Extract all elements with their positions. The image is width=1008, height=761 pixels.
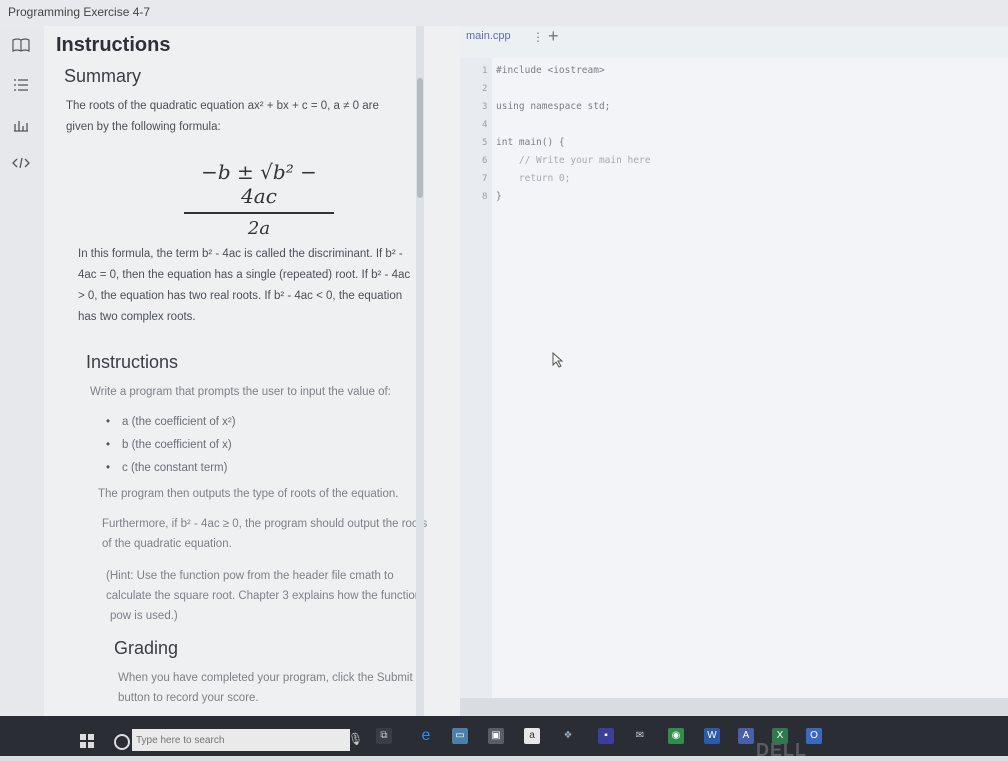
bullet-b: b (the coefficient of x) (106, 439, 232, 451)
taskbar-search-input[interactable] (132, 729, 350, 751)
microphone-icon[interactable]: 🎙 (348, 732, 363, 746)
summary-heading: Summary (64, 66, 142, 86)
left-rail (0, 26, 45, 716)
line-number: 2 (482, 84, 488, 94)
editor-tabbar: main.cpp ⋮ + (460, 26, 1008, 59)
furthermore-line1: Furthermore, if b² - 4ac ≥ 0, the progra… (102, 518, 428, 530)
mouse-pointer-icon (552, 351, 564, 371)
windows-start-icon[interactable] (80, 734, 94, 751)
book-icon[interactable] (10, 38, 32, 56)
instructions-intro: Write a program that prompts the user to… (90, 386, 391, 398)
access-icon[interactable]: A (738, 728, 754, 744)
fraction-bar (184, 212, 334, 214)
tab-menu-icon[interactable]: ⋮ (532, 30, 544, 44)
line-number: 8 (482, 192, 488, 202)
mail-icon[interactable]: ✉ (632, 728, 648, 744)
task-list-icon[interactable] (10, 78, 32, 96)
outlook-icon[interactable]: O (806, 728, 822, 744)
grading-heading: Grading (114, 638, 179, 658)
summary-text-line1: The roots of the quadratic equation ax² … (66, 100, 379, 112)
formula-denominator: 2a (247, 217, 271, 239)
code-line[interactable]: #include <iostream> (496, 65, 605, 76)
furthermore-line2: of the quadratic equation. (102, 538, 232, 550)
bar-chart-icon[interactable] (10, 118, 32, 136)
panel-title: Instructions (56, 34, 171, 56)
discriminant-text-line4: has two complex roots. (78, 311, 196, 323)
add-tab-button[interactable]: + (548, 26, 559, 47)
task-view-icon[interactable]: ⧉ (376, 728, 392, 744)
line-number: 1 (482, 66, 488, 76)
discriminant-text-line1: In this formula, the term b² - 4ac is ca… (78, 248, 403, 260)
word-icon[interactable]: W (704, 728, 720, 744)
amazon-icon[interactable]: a (524, 728, 540, 744)
summary-text-line2: given by the following formula: (66, 121, 221, 133)
hint-line3: pow is used.) (110, 610, 178, 622)
line-number: 6 (482, 156, 488, 166)
edge-icon[interactable]: e (418, 728, 434, 744)
dell-logo: DELL (756, 740, 807, 760)
code-line[interactable]: int main() { (496, 137, 565, 148)
code-line[interactable]: return 0; (496, 173, 570, 184)
discriminant-text-line2: 4ac = 0, then the equation has a single … (78, 269, 411, 281)
code-line[interactable]: using namespace std; (496, 101, 610, 112)
hint-line1: (Hint: Use the function pow from the hea… (106, 570, 394, 582)
tab-main-cpp[interactable]: main.cpp (466, 30, 511, 42)
formula-numerator: −b ± √b² − 4ac (201, 160, 317, 208)
instructions-heading: Instructions (86, 352, 179, 372)
app-title: Programming Exercise 4-7 (8, 5, 151, 19)
instructions-scrollbar[interactable] (416, 26, 424, 716)
bullet-c: c (the constant term) (106, 462, 228, 474)
line-gutter (460, 58, 492, 698)
grading-line2: button to record your score. (118, 692, 259, 704)
title-bar: Programming Exercise 4-7 (0, 0, 1008, 27)
taskbar: 🎙 ⧉ e ▭ ▣ a ❖ ▪ ✉ ◉ W A X O DELL (0, 716, 1008, 760)
chrome-icon[interactable]: ◉ (668, 728, 684, 744)
line-number: 4 (482, 120, 488, 130)
code-editor[interactable]: 1 #include <iostream> 2 3 using namespac… (460, 58, 1008, 698)
hint-line2: calculate the square root. Chapter 3 exp… (106, 590, 422, 602)
discriminant-text-line3: > 0, the equation has two real roots. If… (78, 290, 403, 302)
scrollbar-thumb[interactable] (417, 78, 423, 198)
output-text: The program then outputs the type of roo… (98, 488, 399, 500)
dropbox-icon[interactable]: ❖ (560, 728, 576, 744)
bullet-a: a (the coefficient of x²) (106, 416, 236, 428)
code-icon[interactable] (10, 156, 32, 174)
quadratic-formula: −b ± √b² − 4ac 2a (184, 160, 334, 239)
cortana-icon[interactable] (114, 734, 130, 750)
app-icon[interactable]: ▪ (598, 728, 614, 744)
line-number: 3 (482, 102, 488, 112)
instructions-panel: Instructions Summary The roots of the qu… (44, 26, 460, 716)
line-number: 5 (482, 138, 488, 148)
code-line[interactable]: // Write your main here (496, 155, 651, 166)
file-explorer-icon[interactable]: ▭ (452, 728, 468, 744)
line-number: 7 (482, 174, 488, 184)
grading-line1: When you have completed your program, cl… (118, 672, 413, 684)
code-line[interactable]: } (496, 191, 502, 202)
store-icon[interactable]: ▣ (488, 728, 504, 744)
